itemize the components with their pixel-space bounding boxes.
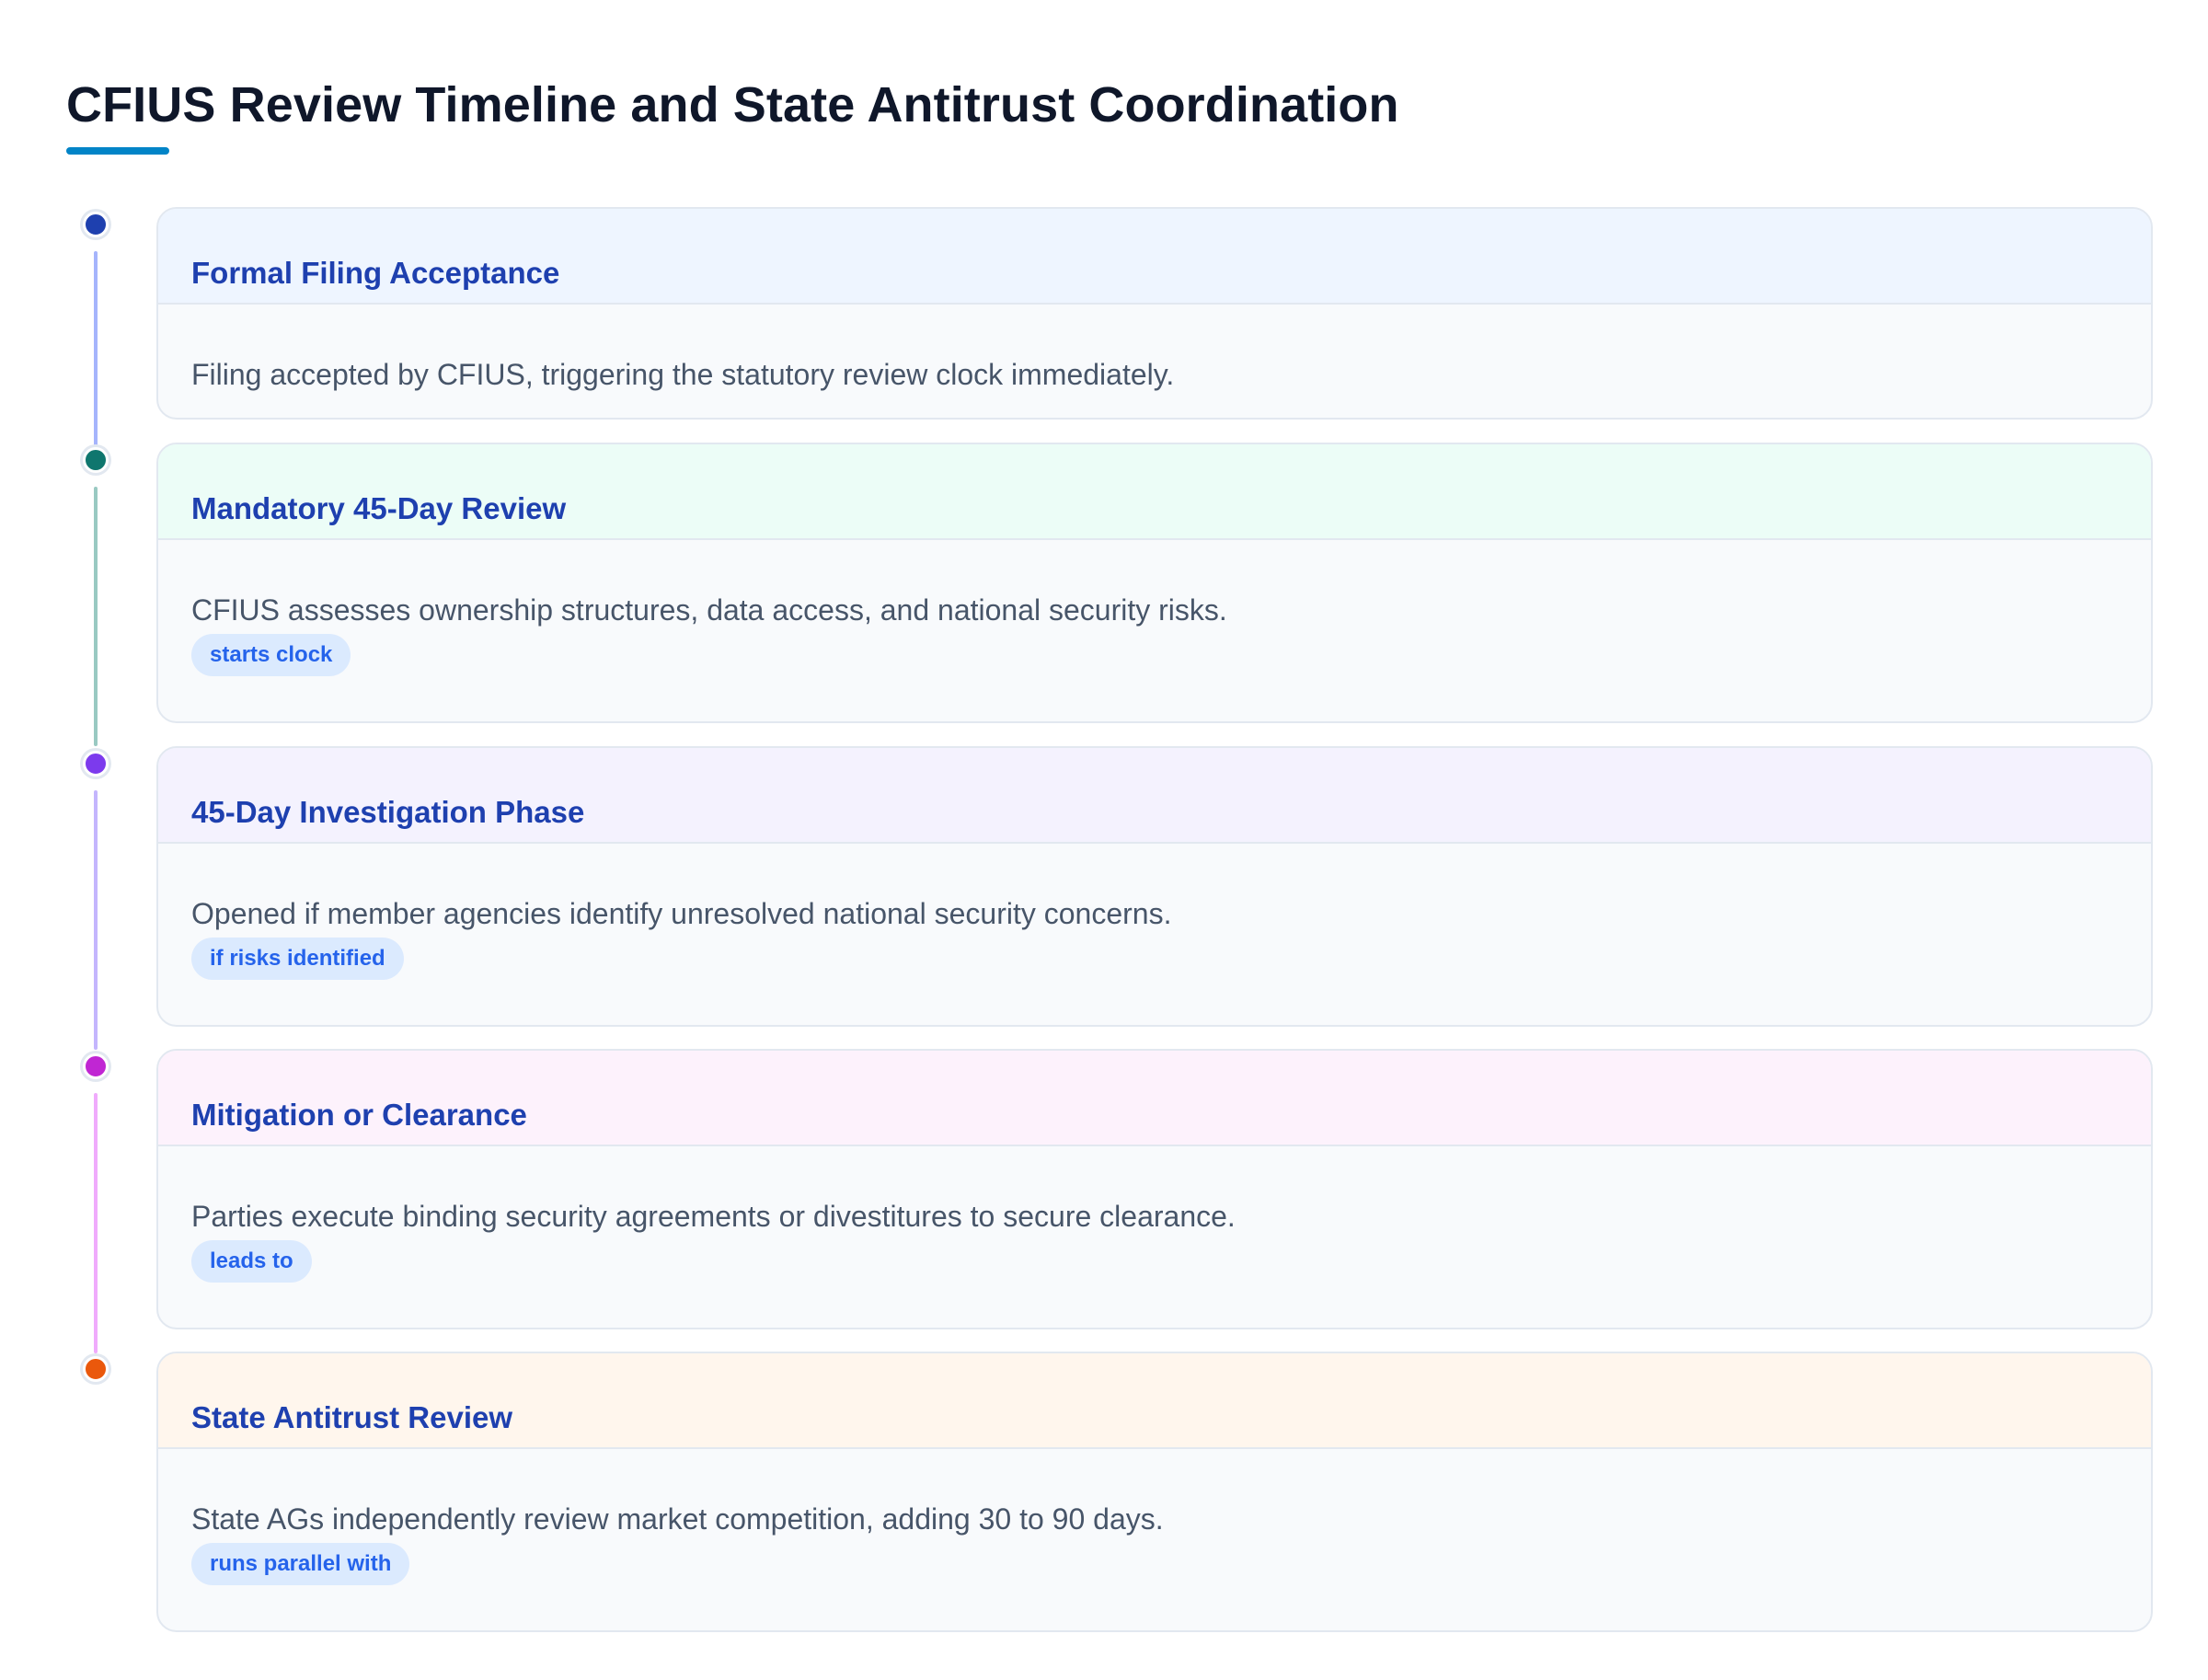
timeline-node [83, 447, 109, 473]
step-card-header: Mandatory 45-Day Review [158, 444, 2151, 540]
step-title: Formal Filing Acceptance [191, 256, 560, 290]
step-description: State AGs independently review market co… [191, 1502, 1164, 1536]
relation-tag: runs parallel with [191, 1543, 410, 1585]
relation-tag: leads to [191, 1240, 312, 1283]
step-card: 45-Day Investigation Phase Opened if mem… [156, 746, 2153, 1027]
timeline-node [83, 1356, 109, 1382]
timeline-connector [94, 251, 98, 468]
step-card-header: State Antitrust Review [158, 1353, 2151, 1449]
step-title: State Antitrust Review [191, 1400, 513, 1434]
step-card: State Antitrust Review State AGs indepen… [156, 1352, 2153, 1632]
step-card: Mandatory 45-Day Review CFIUS assesses o… [156, 443, 2153, 723]
timeline-connector [94, 790, 98, 1050]
step-description: Filing accepted by CFIUS, triggering the… [191, 358, 1175, 391]
timeline-node [83, 212, 109, 237]
timeline-node [83, 751, 109, 777]
title-underline [66, 147, 169, 155]
timeline-connector [94, 1093, 98, 1353]
timeline-node [83, 1053, 109, 1079]
step-title: 45-Day Investigation Phase [191, 795, 585, 829]
timeline-connector [94, 487, 98, 746]
step-description: Parties execute binding security agreeme… [191, 1200, 1236, 1233]
relation-tag: starts clock [191, 634, 351, 676]
step-description: Opened if member agencies identify unres… [191, 897, 1172, 930]
step-card-header: 45-Day Investigation Phase [158, 748, 2151, 844]
step-title: Mitigation or Clearance [191, 1098, 527, 1132]
step-card-body: CFIUS assesses ownership structures, dat… [158, 540, 2151, 676]
step-card-body: Opened if member agencies identify unres… [158, 844, 2151, 980]
step-card-header: Mitigation or Clearance [158, 1051, 2151, 1146]
step-card-header: Formal Filing Acceptance [158, 209, 2151, 305]
step-card: Formal Filing Acceptance Filing accepted… [156, 207, 2153, 420]
step-title: Mandatory 45-Day Review [191, 491, 567, 525]
step-description: CFIUS assesses ownership structures, dat… [191, 593, 1227, 627]
page-title: CFIUS Review Timeline and State Antitrus… [66, 77, 1399, 132]
step-card-body: State AGs independently review market co… [158, 1449, 2151, 1585]
step-card-body: Filing accepted by CFIUS, triggering the… [158, 305, 2151, 393]
relation-tag: if risks identified [191, 938, 404, 980]
step-card-body: Parties execute binding security agreeme… [158, 1146, 2151, 1283]
step-card: Mitigation or Clearance Parties execute … [156, 1049, 2153, 1329]
